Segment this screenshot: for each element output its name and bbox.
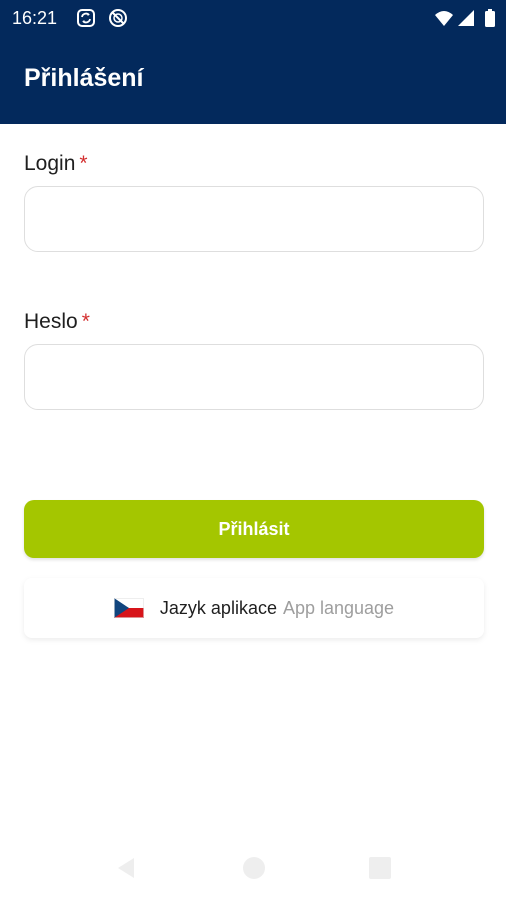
login-button[interactable]: Přihlásit: [24, 500, 484, 558]
status-bar: 16:21: [0, 0, 506, 36]
recents-icon[interactable]: [366, 854, 394, 882]
wifi-icon: [435, 11, 453, 26]
home-icon[interactable]: [240, 854, 268, 882]
czech-flag-icon: [113, 598, 144, 618]
password-label: Heslo *: [24, 309, 90, 335]
required-mark: *: [81, 310, 90, 333]
back-icon[interactable]: [112, 854, 140, 882]
password-input[interactable]: [24, 344, 484, 410]
language-label-secondary: App language: [282, 597, 395, 618]
login-label-text: Login: [24, 152, 76, 175]
page-title: Přihlášení: [24, 64, 144, 92]
status-time: 16:21: [12, 8, 58, 28]
battery-icon: [485, 9, 495, 27]
language-label: Jazyk aplikace: [159, 597, 277, 618]
signal-icon: [458, 10, 474, 26]
sync-icon: [77, 9, 95, 27]
blocked-icon: [109, 9, 127, 27]
language-selector[interactable]: Jazyk aplikace App language: [24, 578, 484, 638]
login-label: Login *: [24, 151, 88, 177]
required-mark: *: [79, 152, 88, 175]
navigation-bar: [0, 836, 506, 900]
header: 16:21 Přihlášení: [0, 0, 506, 124]
login-input[interactable]: [24, 186, 484, 252]
password-label-text: Heslo: [24, 310, 78, 333]
login-screen: 16:21 Přihlášení Login * Heslo * Přihlás…: [0, 0, 506, 900]
